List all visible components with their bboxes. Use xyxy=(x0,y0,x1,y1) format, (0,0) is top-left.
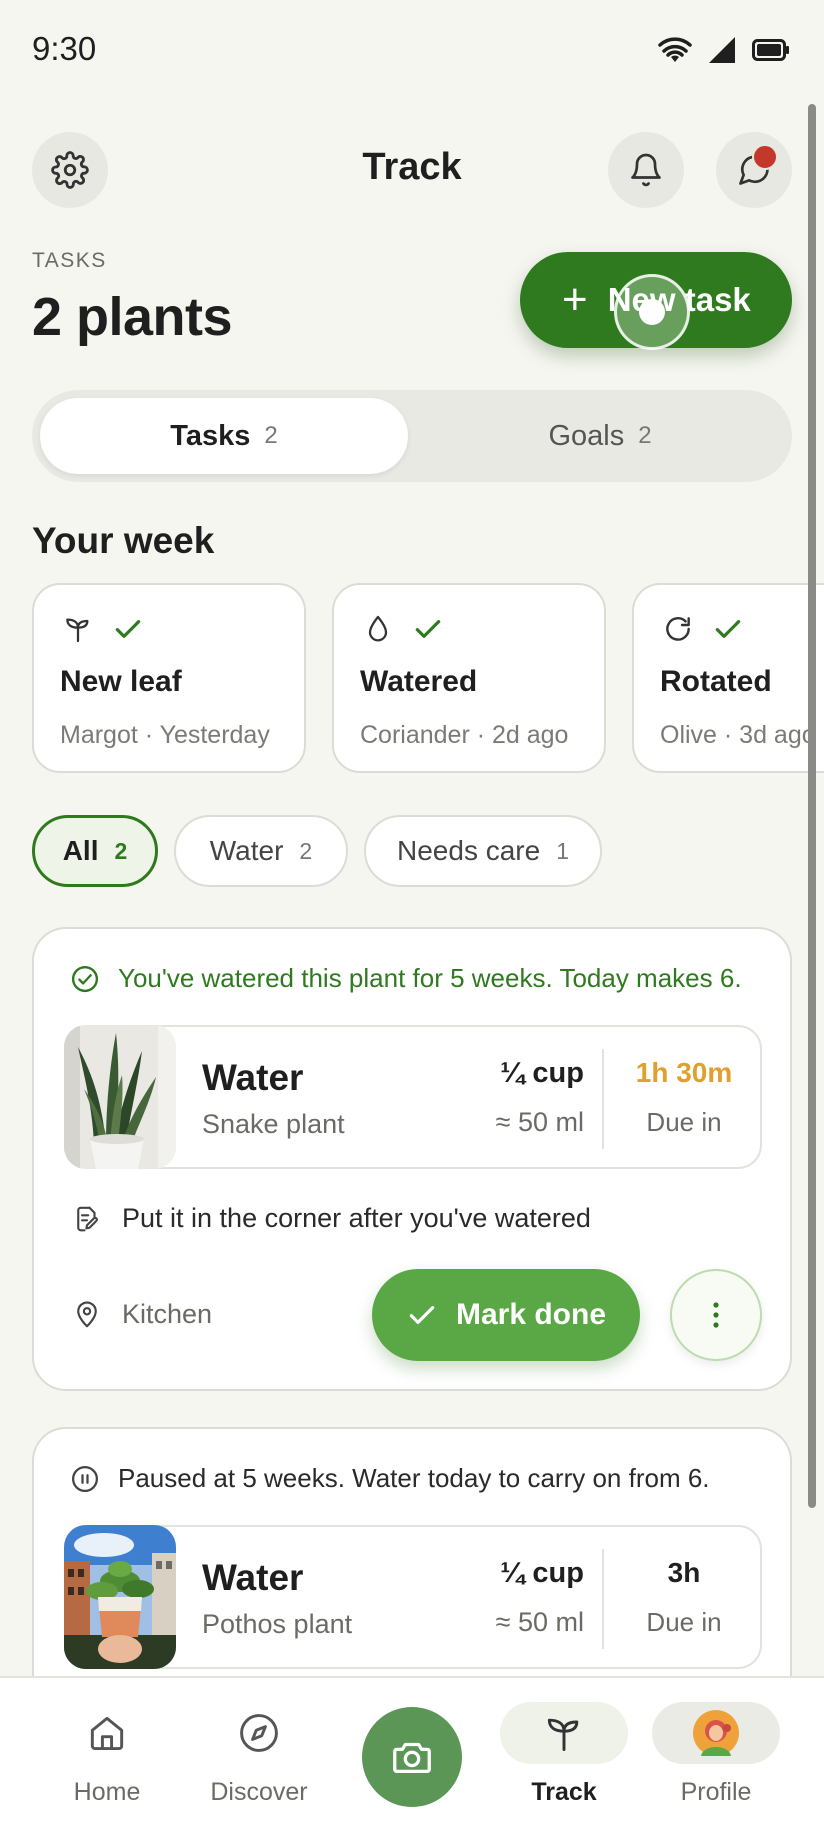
filter-chip-label: Water xyxy=(209,835,284,866)
signal-icon xyxy=(708,36,736,64)
due-label: Due in xyxy=(646,1107,722,1137)
filter-chip-label: All xyxy=(62,835,99,866)
week-card-subtitle: Olive · 3d ago xyxy=(660,721,816,749)
task-note: Put it in the corner after you've watere… xyxy=(72,1203,591,1234)
week-card[interactable]: Watered Coriander · 2d ago xyxy=(332,583,606,773)
status-icons xyxy=(658,36,790,64)
sprout-icon xyxy=(542,1711,586,1755)
touch-indicator xyxy=(614,274,690,350)
messages-button[interactable] xyxy=(716,132,792,208)
week-card[interactable]: New leaf Margot · Yesterday xyxy=(32,583,306,773)
nav-label: Home xyxy=(73,1778,141,1806)
check-icon xyxy=(412,613,444,645)
scrollbar[interactable] xyxy=(808,104,816,1508)
streak-message: You've watered this plant for 5 weeks. T… xyxy=(70,963,742,994)
streak-text: You've watered this plant for 5 weeks. T… xyxy=(118,963,742,993)
week-card-title: Rotated xyxy=(660,665,772,698)
mark-done-button[interactable]: Mark done xyxy=(372,1269,640,1361)
due-time: 1h 30m xyxy=(635,1057,733,1088)
sprout-icon xyxy=(62,613,94,645)
check-icon xyxy=(406,1299,438,1331)
task-details: Water Pothos plant ¼ cup ≈ 50 ml 3h Due … xyxy=(64,1525,762,1669)
note-text: Put it in the corner after you've watere… xyxy=(122,1203,591,1233)
filter-chip-count: 2 xyxy=(299,837,313,864)
check-icon xyxy=(712,613,744,645)
mark-done-label: Mark done xyxy=(455,1298,607,1331)
streak-text: Paused at 5 weeks. Water today to carry … xyxy=(118,1463,710,1493)
nav-label: Track xyxy=(531,1778,597,1806)
nav-profile[interactable]: Profile xyxy=(651,1702,781,1807)
bottom-nav: Home Discover Track Profile xyxy=(0,1676,824,1836)
nav-track[interactable]: Track xyxy=(499,1702,629,1807)
plant-name: Snake plant xyxy=(202,1109,345,1139)
battery-icon xyxy=(752,39,790,61)
task-card[interactable]: You've watered this plant for 5 weeks. T… xyxy=(32,927,792,1391)
divider xyxy=(602,1049,604,1149)
filter-chip-label: Needs care xyxy=(397,835,541,866)
task-title: Water xyxy=(202,1557,304,1598)
water-amount-ml: ≈ 50 ml xyxy=(495,1107,584,1137)
avatar xyxy=(693,1710,739,1756)
nav-discover[interactable]: Discover xyxy=(194,1702,324,1807)
wifi-icon xyxy=(658,36,692,64)
nav-label: Profile xyxy=(680,1778,752,1806)
divider xyxy=(602,1549,604,1649)
plus-icon: + xyxy=(562,275,588,324)
tab-tasks-label: Tasks xyxy=(170,419,251,452)
pause-circle-icon xyxy=(70,1464,100,1494)
nav-label: Discover xyxy=(210,1778,308,1806)
segmented-control: Tasks 2 Goals 2 xyxy=(32,390,792,482)
tab-goals[interactable]: Goals 2 xyxy=(416,398,784,474)
filter-chip-water[interactable]: Water 2 xyxy=(174,815,348,887)
camera-button[interactable] xyxy=(362,1707,462,1807)
filter-chip-all[interactable]: All 2 xyxy=(32,815,158,887)
week-card-title: New leaf xyxy=(60,665,182,698)
notification-dot xyxy=(752,144,778,170)
location-pin-icon xyxy=(72,1300,102,1330)
location-text: Kitchen xyxy=(122,1299,213,1329)
week-card[interactable]: Rotated Olive · 3d ago xyxy=(632,583,824,773)
water-amount: ¼ cup xyxy=(500,1557,584,1589)
note-icon xyxy=(72,1204,102,1234)
tasks-label: TASKS xyxy=(32,249,107,272)
task-title: Water xyxy=(202,1057,304,1098)
tasks-count: 2 plants xyxy=(32,287,233,347)
filter-chip-count: 1 xyxy=(556,837,569,864)
water-amount: ¼ cup xyxy=(500,1057,584,1089)
bell-icon xyxy=(628,152,664,188)
task-details: Water Snake plant ¼ cup ≈ 50 ml 1h 30m D… xyxy=(64,1025,762,1169)
page-title: Track xyxy=(362,146,462,188)
week-card-title: Watered xyxy=(360,665,478,698)
more-options-button[interactable] xyxy=(670,1269,762,1361)
tab-goals-label: Goals xyxy=(548,419,625,452)
home-icon xyxy=(85,1711,129,1755)
rotate-icon xyxy=(662,613,694,645)
camera-icon xyxy=(389,1734,435,1780)
task-location: Kitchen xyxy=(72,1299,212,1330)
water-amount-ml: ≈ 50 ml xyxy=(495,1607,584,1637)
tab-tasks-count: 2 xyxy=(264,422,278,449)
due-label: Due in xyxy=(646,1607,722,1637)
droplet-icon xyxy=(362,613,394,645)
plant-photo-pothos-plant xyxy=(64,1525,176,1669)
tab-tasks[interactable]: Tasks 2 xyxy=(40,398,408,474)
tab-goals-count: 2 xyxy=(638,422,652,449)
streak-message: Paused at 5 weeks. Water today to carry … xyxy=(70,1463,710,1494)
notifications-button[interactable] xyxy=(608,132,684,208)
week-section-title: Your week xyxy=(32,520,215,561)
week-card-subtitle: Margot · Yesterday xyxy=(60,721,270,749)
more-vertical-icon xyxy=(711,1301,721,1329)
filter-chip-count: 2 xyxy=(114,837,128,864)
compass-icon xyxy=(237,1711,281,1755)
check-icon xyxy=(112,613,144,645)
week-card-subtitle: Coriander · 2d ago xyxy=(360,721,569,749)
filter-chip-needs-care[interactable]: Needs care 1 xyxy=(364,815,602,887)
check-circle-icon xyxy=(70,964,100,994)
plant-name: Pothos plant xyxy=(202,1609,353,1639)
status-time: 9:30 xyxy=(32,30,97,67)
due-time: 3h xyxy=(667,1557,701,1588)
nav-home[interactable]: Home xyxy=(42,1702,172,1807)
plant-photo-snake-plant xyxy=(64,1025,176,1169)
